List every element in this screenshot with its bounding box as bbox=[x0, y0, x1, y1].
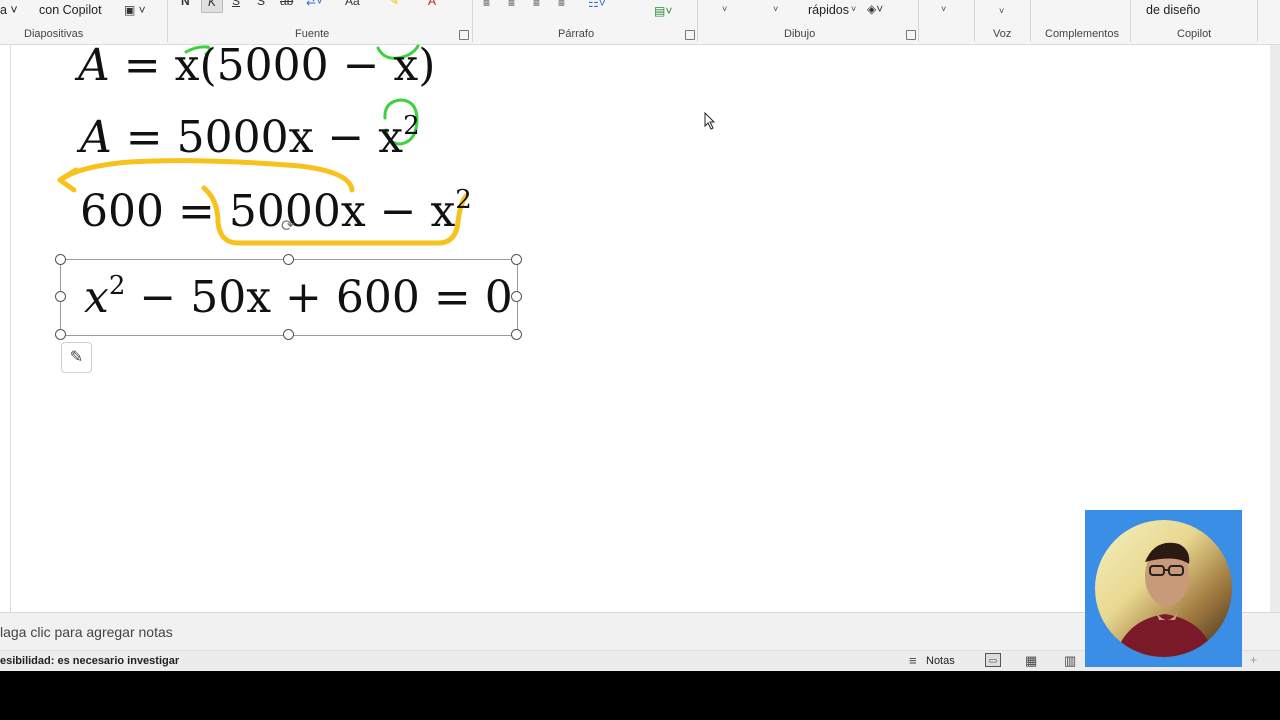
equation-1-rhs: = x(5000 − x) bbox=[123, 40, 436, 91]
notes-button[interactable]: Notas bbox=[926, 655, 955, 667]
equation-3-lhs: 600 bbox=[80, 186, 164, 237]
resize-handle-top-left[interactable] bbox=[55, 254, 66, 265]
equation-2-exponent: 2 bbox=[403, 111, 420, 141]
resize-handle-bottom-right[interactable] bbox=[511, 329, 522, 340]
presenter-video bbox=[1095, 520, 1232, 657]
equation-1-lhs: A bbox=[78, 40, 110, 91]
webcam-overlay bbox=[1085, 510, 1242, 667]
notes-icon[interactable]: ≡ bbox=[909, 653, 917, 668]
yellow-ink-arrow-head bbox=[57, 167, 79, 193]
equation-3-exponent: 2 bbox=[455, 185, 472, 215]
ink-equation-icon[interactable]: ✎ bbox=[61, 342, 92, 373]
resize-handle-right[interactable] bbox=[511, 291, 522, 302]
screen-letterbox bbox=[0, 671, 1280, 720]
zoom-in-icon[interactable]: + bbox=[1250, 653, 1257, 667]
mouse-cursor-icon bbox=[704, 112, 716, 130]
equation-2-lhs: A bbox=[80, 112, 112, 163]
equation-2-rhs: = 5000x − x bbox=[125, 112, 404, 163]
resize-handle-left[interactable] bbox=[55, 291, 66, 302]
notes-placeholder: laga clic para agregar notas bbox=[0, 624, 173, 640]
resize-handle-top-right[interactable] bbox=[511, 254, 522, 265]
equation-1[interactable]: A = x(5000 − x) bbox=[78, 40, 435, 91]
normal-view-icon[interactable]: ▭ bbox=[985, 653, 1001, 667]
equation-3[interactable]: 600 = 5000x − x2 bbox=[80, 186, 472, 237]
rotate-handle-icon[interactable]: ⟳ bbox=[281, 216, 294, 236]
resize-handle-bottom[interactable] bbox=[283, 329, 294, 340]
accessibility-status[interactable]: esibilidad: es necesario investigar bbox=[0, 655, 179, 667]
equation-selection-box[interactable] bbox=[60, 259, 518, 336]
equation-2[interactable]: A = 5000x − x2 bbox=[80, 112, 420, 163]
resize-handle-top[interactable] bbox=[283, 254, 294, 265]
reading-view-icon[interactable]: ▥ bbox=[1064, 653, 1076, 669]
presenter-silhouette bbox=[1115, 542, 1215, 657]
slide-sorter-icon[interactable]: ▦ bbox=[1025, 653, 1037, 669]
resize-handle-bottom-left[interactable] bbox=[55, 329, 66, 340]
equation-3-rhs: = 5000x − x bbox=[177, 186, 456, 237]
